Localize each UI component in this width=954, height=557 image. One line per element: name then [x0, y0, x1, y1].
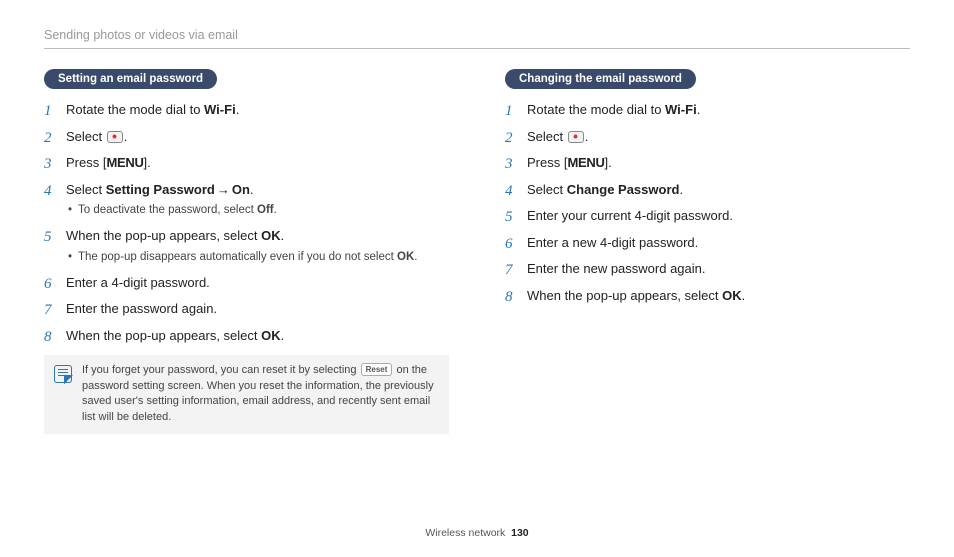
steps-right: Rotate the mode dial to Wi-Fi. Select . …	[505, 101, 910, 304]
page-header: Sending photos or videos via email	[44, 28, 910, 49]
text: When the pop-up appears, select	[66, 228, 261, 243]
text: Press [	[66, 155, 106, 170]
bold: Off	[257, 204, 274, 216]
menu-icon: MENU	[106, 155, 143, 170]
wifi-icon: Wi-Fi	[665, 102, 697, 117]
step-1: Rotate the mode dial to Wi-Fi.	[44, 101, 449, 119]
text: Select	[527, 129, 567, 144]
step-4: Select Setting Password→On. To deactivat…	[44, 181, 449, 219]
step-5: When the pop-up appears, select OK. The …	[44, 227, 449, 265]
text: .	[250, 182, 254, 197]
text: Press [	[527, 155, 567, 170]
bold: OK	[261, 228, 281, 243]
step-2: Select .	[505, 128, 910, 146]
step-8: When the pop-up appears, select OK.	[505, 287, 910, 305]
menu-icon: MENU	[567, 155, 604, 170]
bold: OK	[261, 328, 281, 343]
text: .	[414, 251, 417, 263]
step-3: Press [MENU].	[44, 154, 449, 172]
note-text: If you forget your password, you can res…	[82, 363, 439, 427]
text: .	[585, 129, 589, 144]
step-6: Enter a 4-digit password.	[44, 274, 449, 292]
wifi-icon: Wi-Fi	[204, 102, 236, 117]
text: Rotate the mode dial to	[527, 102, 665, 117]
step-5: Enter your current 4-digit password.	[505, 207, 910, 225]
steps-left: Rotate the mode dial to Wi-Fi. Select . …	[44, 101, 449, 345]
text: When the pop-up appears, select	[527, 288, 722, 303]
text: The pop-up disappears automatically even…	[78, 251, 397, 263]
sub-item: To deactivate the password, select Off.	[66, 202, 449, 218]
reset-badge-icon: Reset	[361, 363, 393, 377]
text: ].	[605, 155, 612, 170]
text: .	[697, 102, 701, 117]
text: Select	[66, 129, 106, 144]
section-pill-setting: Setting an email password	[44, 69, 217, 89]
step-7: Enter the new password again.	[505, 260, 910, 278]
page-number: 130	[511, 527, 529, 539]
text: Select	[527, 182, 567, 197]
right-column: Changing the email password Rotate the m…	[505, 69, 910, 434]
step-4: Select Change Password.	[505, 181, 910, 199]
content-columns: Setting an email password Rotate the mod…	[44, 69, 910, 434]
step-1: Rotate the mode dial to Wi-Fi.	[505, 101, 910, 119]
text: ].	[144, 155, 151, 170]
bold: Change Password	[567, 182, 680, 197]
text: If you forget your password, you can res…	[82, 364, 360, 376]
left-column: Setting an email password Rotate the mod…	[44, 69, 449, 434]
page-footer: Wireless network 130	[0, 527, 954, 539]
text: .	[236, 102, 240, 117]
text: .	[679, 182, 683, 197]
arrow-icon: →	[215, 182, 232, 197]
step-6: Enter a new 4-digit password.	[505, 234, 910, 252]
step-3: Press [MENU].	[505, 154, 910, 172]
step-8: When the pop-up appears, select OK.	[44, 327, 449, 345]
bold: On	[232, 182, 250, 197]
step-7: Enter the password again.	[44, 300, 449, 318]
text: Select	[66, 182, 106, 197]
text: .	[281, 328, 285, 343]
email-icon	[568, 131, 584, 143]
text: .	[281, 228, 285, 243]
sub-item: The pop-up disappears automatically even…	[66, 249, 449, 265]
text: To deactivate the password, select	[78, 204, 257, 216]
text: .	[124, 129, 128, 144]
note-box: If you forget your password, you can res…	[44, 355, 449, 435]
substeps: The pop-up disappears automatically even…	[66, 249, 449, 265]
text: .	[742, 288, 746, 303]
email-icon	[107, 131, 123, 143]
note-icon	[54, 365, 72, 383]
bold: OK	[722, 288, 742, 303]
footer-section: Wireless network	[425, 527, 505, 539]
bold: OK	[397, 251, 414, 263]
text: .	[274, 204, 277, 216]
bold: Setting Password	[106, 182, 215, 197]
text: When the pop-up appears, select	[66, 328, 261, 343]
step-2: Select .	[44, 128, 449, 146]
text: Rotate the mode dial to	[66, 102, 204, 117]
substeps: To deactivate the password, select Off.	[66, 202, 449, 218]
section-pill-changing: Changing the email password	[505, 69, 696, 89]
